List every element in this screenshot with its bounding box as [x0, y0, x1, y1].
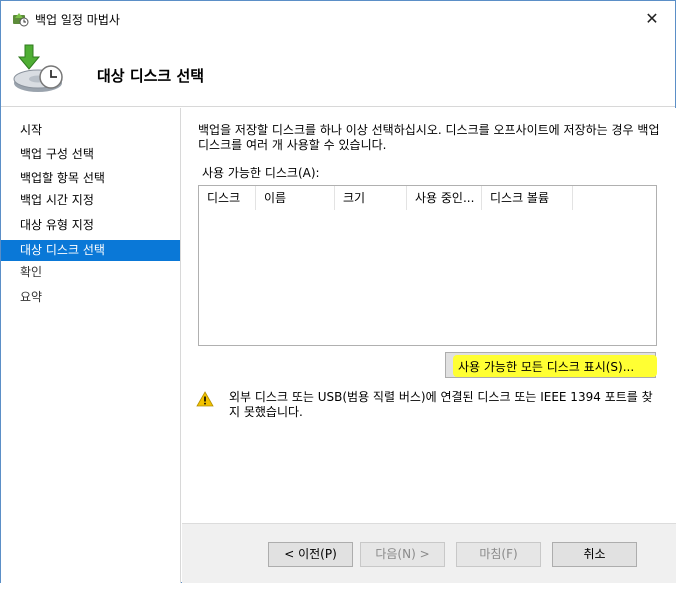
sidebar-item-confirm[interactable]: 확인: [1, 262, 180, 283]
window-title: 백업 일정 마법사: [35, 13, 120, 27]
sidebar-item-start[interactable]: 시작: [1, 120, 180, 141]
instruction-text: 백업을 저장할 디스크를 하나 이상 선택하십시오. 디스크를 오프사이트에 저…: [198, 123, 660, 152]
list-header: 디스크 이름 크기 사용 중인... 디스크 볼륨: [199, 186, 656, 210]
backup-wizard-icon: [13, 13, 29, 27]
column-header-disk[interactable]: 디스크: [199, 186, 256, 210]
title-bar: 백업 일정 마법사 ✕: [1, 1, 675, 35]
finish-button[interactable]: 마침(F): [456, 542, 541, 567]
sidebar-item-backup-config[interactable]: 백업 구성 선택: [1, 144, 180, 165]
show-all-disks-button[interactable]: 사용 가능한 모든 디스크 표시(S)...: [445, 352, 657, 378]
warning-icon: [196, 391, 214, 407]
warning-message: 외부 디스크 또는 USB(범용 직렬 버스)에 연결된 디스크 또는 IEEE…: [229, 390, 653, 419]
close-button[interactable]: ✕: [629, 1, 675, 35]
column-header-used[interactable]: 사용 중인...: [407, 186, 482, 210]
wizard-steps-sidebar: 시작 백업 구성 선택 백업할 항목 선택 백업 시간 지정 대상 유형 지정 …: [1, 108, 181, 583]
sidebar-item-summary[interactable]: 요약: [1, 287, 180, 308]
available-disks-list[interactable]: 디스크 이름 크기 사용 중인... 디스크 볼륨: [198, 185, 657, 346]
sidebar-item-target-type[interactable]: 대상 유형 지정: [1, 215, 180, 236]
column-header-disk-volume[interactable]: 디스크 볼륨: [482, 186, 573, 210]
sidebar-item-target-disk[interactable]: 대상 디스크 선택: [1, 240, 180, 261]
page-title: 대상 디스크 선택: [97, 67, 205, 85]
sidebar-item-backup-time[interactable]: 백업 시간 지정: [1, 190, 180, 211]
column-header-size[interactable]: 크기: [335, 186, 407, 210]
main-content: 백업을 저장할 디스크를 하나 이상 선택하십시오. 디스크를 오프사이트에 저…: [182, 108, 676, 523]
wizard-footer: < 이전(P) 다음(N) > 마침(F) 취소: [182, 523, 676, 583]
backup-disk-icon: [13, 44, 63, 92]
wizard-header: 대상 디스크 선택: [1, 35, 675, 107]
show-all-disks-label: 사용 가능한 모든 디스크 표시(S)...: [458, 360, 635, 374]
wizard-window: 백업 일정 마법사 ✕ 대상 디스크 선택 시작 백업 구성 선택 백업할 항목…: [0, 0, 676, 583]
next-button[interactable]: 다음(N) >: [360, 542, 445, 567]
column-header-name[interactable]: 이름: [256, 186, 335, 210]
available-disks-label: 사용 가능한 디스크(A):: [202, 166, 320, 180]
cancel-button[interactable]: 취소: [552, 542, 637, 567]
previous-button[interactable]: < 이전(P): [268, 542, 353, 567]
sidebar-item-select-items[interactable]: 백업할 항목 선택: [1, 168, 180, 189]
close-icon: ✕: [645, 8, 659, 28]
